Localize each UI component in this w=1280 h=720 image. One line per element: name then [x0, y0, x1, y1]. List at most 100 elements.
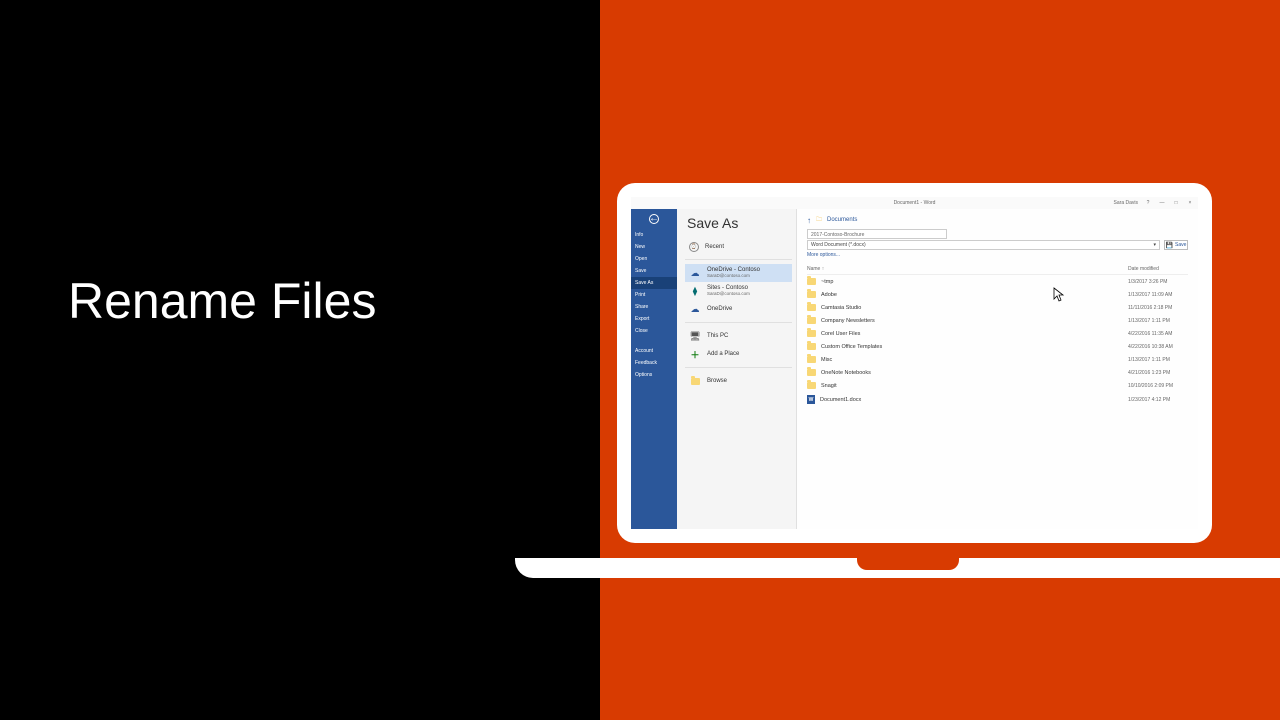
backstage-item-account[interactable]: Account — [631, 345, 677, 357]
location-sites-contoso[interactable]: ⧫Sites - ContosoSaraD@contoso.com — [685, 282, 792, 300]
location-label: Add a Place — [707, 351, 739, 358]
folder-row[interactable]: Snagit 10/10/2016 2:09 PM — [807, 379, 1188, 392]
help-button[interactable]: ? — [1144, 200, 1152, 206]
titlebar: Document1 - Word Sara Davis ? — □ × — [631, 197, 1198, 209]
cloud-icon: ☁ — [689, 267, 701, 279]
location-this-pc[interactable]: 🖥 This PC — [685, 327, 792, 345]
location-onedrive[interactable]: ☁ OneDrive — [685, 300, 792, 318]
file-name: Company Newsletters — [821, 318, 875, 324]
word-backstage-window: Document1 - Word Sara Davis ? — □ × ← In… — [631, 197, 1198, 529]
save-button-label: Save — [1175, 242, 1186, 248]
slide-title: Rename Files — [68, 272, 376, 330]
location-onedrive-contoso[interactable]: ☁OneDrive - ContosoSaraD@contoso.com — [685, 264, 792, 282]
folder-icon — [807, 278, 816, 285]
folder-row[interactable]: Company Newsletters 1/13/2017 1:11 PM — [807, 314, 1188, 327]
file-date: 4/22/2016 11:35 AM — [1128, 331, 1188, 337]
back-arrow-icon: ← — [649, 214, 659, 224]
backstage-item-save-as[interactable]: Save As — [631, 277, 677, 289]
filetype-dropdown[interactable]: Word Document (*.docx) ▾ — [807, 240, 1160, 250]
file-list-header: Name ↑ Date modified — [807, 264, 1188, 275]
file-name: Snagit — [821, 383, 837, 389]
column-name[interactable]: Name ↑ — [807, 266, 1128, 272]
plus-icon: ＋ — [689, 348, 701, 360]
file-date: 4/22/2016 10:38 AM — [1128, 344, 1188, 350]
folder-icon — [807, 343, 816, 350]
backstage-item-save[interactable]: Save — [631, 265, 677, 277]
folder-row[interactable]: Adobe 1/13/2017 11:09 AM — [807, 288, 1188, 301]
file-browser-panel: ↑ 🗀 Documents 2017-Contoso-Brochure Word… — [797, 209, 1198, 529]
file-name: Document1.docx — [820, 397, 861, 403]
folder-row[interactable]: Custom Office Templates 4/22/2016 10:38 A… — [807, 340, 1188, 353]
folder-icon — [807, 304, 816, 311]
folder-row[interactable]: Camtasia Studio 11/11/2016 2:18 PM — [807, 301, 1188, 314]
monitor-icon: 🖥 — [689, 330, 701, 342]
file-row[interactable]: W Document1.docx 1/23/2017 4:12 PM — [807, 392, 1188, 407]
folder-icon — [807, 291, 816, 298]
folder-row[interactable]: Misc1/13/2017 1:11 PM — [807, 353, 1188, 366]
save-button[interactable]: 💾 Save — [1164, 240, 1188, 250]
close-button[interactable]: × — [1186, 200, 1194, 206]
backstage-sidebar: ← InfoNewOpenSaveSave AsPrintShareExport… — [631, 209, 677, 529]
backstage-item-feedback[interactable]: Feedback — [631, 357, 677, 369]
folder-icon — [807, 330, 816, 337]
folder-icon — [807, 317, 816, 324]
filename-input[interactable]: 2017-Contoso-Brochure — [807, 229, 947, 239]
word-doc-icon: W — [807, 395, 815, 404]
file-date: 1/23/2017 4:12 PM — [1128, 397, 1188, 403]
file-date: 1/3/2017 3:26 PM — [1128, 279, 1188, 285]
file-name: Misc — [821, 357, 832, 363]
file-name: Adobe — [821, 292, 837, 298]
backstage-item-export[interactable]: Export — [631, 313, 677, 325]
page-heading: Save As — [685, 215, 792, 231]
file-name: Custom Office Templates — [821, 344, 882, 350]
backstage-item-close[interactable]: Close — [631, 325, 677, 337]
location-add-a-place[interactable]: ＋ Add a Place — [685, 345, 792, 363]
save-disk-icon: 💾 — [1166, 242, 1173, 249]
folder-row[interactable]: ~tmp 1/3/2017 3:26 PM — [807, 275, 1188, 288]
backstage-item-options[interactable]: Options — [631, 369, 677, 381]
location-label: Browse — [707, 378, 727, 385]
backstage-item-new[interactable]: New — [631, 241, 677, 253]
backstage-item-info[interactable]: Info — [631, 229, 677, 241]
backstage-item-open[interactable]: Open — [631, 253, 677, 265]
folder-row[interactable]: Corel User Files4/22/2016 11:35 AM — [807, 327, 1188, 340]
clock-icon: ⌚ — [689, 242, 699, 252]
location-recent[interactable]: ⌚ Recent — [685, 239, 792, 255]
save-locations-panel: Save As ⌚ Recent ☁OneDrive - ContosoSaraD@… — [677, 209, 797, 529]
more-options-link[interactable]: More options... — [807, 252, 1188, 258]
folder-icon: 🗀 — [816, 215, 822, 225]
folder-row[interactable]: OneNote Notebooks 4/21/2016 1:23 PM — [807, 366, 1188, 379]
maximize-button[interactable]: □ — [1172, 200, 1180, 206]
folder-icon — [807, 369, 816, 376]
up-arrow-icon[interactable]: ↑ — [807, 216, 811, 225]
cloud-icon: ☁ — [689, 303, 701, 315]
back-button[interactable]: ← — [631, 209, 677, 229]
backstage-item-share[interactable]: Share — [631, 301, 677, 313]
location-browse[interactable]: Browse — [685, 372, 792, 390]
file-date: 4/21/2016 1:23 PM — [1128, 370, 1188, 376]
location-label: This PC — [707, 333, 728, 340]
breadcrumb[interactable]: ↑ 🗀 Documents — [807, 215, 1188, 225]
file-date: 1/13/2017 11:09 AM — [1128, 292, 1188, 298]
sharepoint-icon: ⧫ — [689, 285, 701, 297]
location-label: Recent — [705, 244, 724, 251]
file-date: 10/10/2016 2:09 PM — [1128, 383, 1188, 389]
location-sublabel: SaraD@contoso.com — [707, 274, 760, 279]
breadcrumb-folder[interactable]: Documents — [827, 217, 857, 223]
file-name: Camtasia Studio — [821, 305, 861, 311]
location-label: OneDrive — [707, 306, 732, 313]
column-date[interactable]: Date modified — [1128, 266, 1188, 272]
signed-in-user: Sara Davis — [1114, 200, 1138, 206]
minimize-button[interactable]: — — [1158, 200, 1166, 206]
file-name: ~tmp — [821, 279, 833, 285]
folder-icon — [807, 382, 816, 389]
file-date: 1/13/2017 1:11 PM — [1128, 318, 1188, 324]
file-date: 11/11/2016 2:18 PM — [1128, 305, 1188, 311]
filetype-value: Word Document (*.docx) — [811, 240, 866, 250]
location-sublabel: SaraD@contoso.com — [707, 292, 750, 297]
file-name: OneNote Notebooks — [821, 370, 871, 376]
laptop-frame: Document1 - Word Sara Davis ? — □ × ← In… — [617, 183, 1212, 543]
chevron-down-icon: ▾ — [1153, 240, 1156, 250]
folder-icon — [807, 356, 816, 363]
backstage-item-print[interactable]: Print — [631, 289, 677, 301]
